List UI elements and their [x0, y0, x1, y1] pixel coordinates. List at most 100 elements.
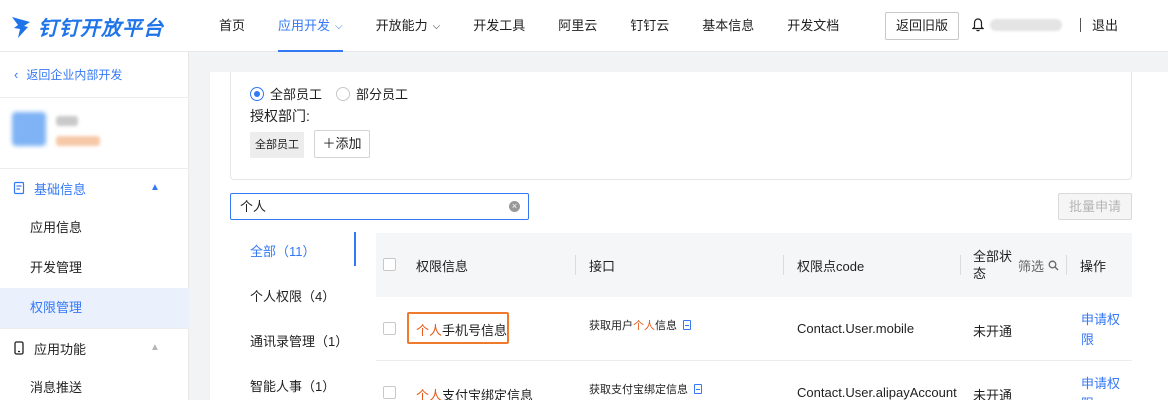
divider — [0, 97, 189, 98]
sidebar-item-message-push[interactable]: 消息推送 — [0, 368, 189, 400]
dingtalk-logo-icon — [12, 16, 30, 38]
nav-label: 基本信息 — [702, 18, 755, 33]
header-action: 操作 — [1080, 258, 1107, 274]
caret-up-icon: ▲ — [150, 182, 160, 193]
row-checkbox[interactable] — [383, 322, 396, 335]
sidebar-item-permission-management[interactable]: 权限管理 — [0, 288, 189, 328]
search-value: 个人 — [240, 199, 267, 214]
user-name-redacted[interactable] — [990, 19, 1062, 31]
return-old-version-button[interactable]: 返回旧版 — [885, 12, 959, 40]
sidebar-section-app-functions[interactable]: 应用功能 ▲ — [0, 328, 189, 368]
row-checkbox[interactable] — [383, 386, 396, 399]
filter-label: 筛选 — [1018, 258, 1045, 274]
status-badge: 未开通 — [973, 324, 1013, 339]
dept-chip[interactable]: 全部员工 — [250, 132, 304, 158]
permission-code: Contact.User.mobile — [797, 321, 915, 336]
brand-logo[interactable]: 钉钉开放平台 — [10, 12, 164, 41]
bell-icon[interactable] — [972, 18, 984, 32]
back-label: 返回企业内部开发 — [26, 68, 123, 82]
api-name: 获取用户个人信息 — [589, 317, 691, 333]
column-divider — [575, 255, 576, 275]
apply-permission-link[interactable]: 申请权 限 — [1081, 374, 1120, 400]
nav-home[interactable]: 首页 — [219, 0, 245, 52]
chevron-left-icon: ‹ — [14, 67, 19, 82]
authorized-dept-label: 授权部门: — [250, 108, 310, 124]
column-divider — [960, 255, 961, 275]
permission-name: 个人支付宝绑定信息 — [416, 385, 533, 400]
radio-all-employees[interactable] — [250, 86, 264, 101]
header-permission-code: 权限点code — [797, 258, 865, 274]
section-label: 基础信息 — [34, 181, 87, 197]
permission-name-rest: 支付宝绑定信息 — [442, 388, 534, 400]
employee-scope-radio-group: 全部员工 部分员工 — [250, 84, 414, 103]
nav-dev-docs[interactable]: 开发文档 — [787, 0, 839, 52]
search-match: 个人 — [633, 320, 655, 332]
column-divider — [1066, 255, 1067, 275]
sidebar-item-dev-management[interactable]: 开发管理 — [0, 248, 189, 288]
batch-apply-button[interactable]: 批量申请 — [1058, 193, 1132, 220]
clear-icon[interactable]: × — [509, 201, 520, 212]
radio-label: 部分员工 — [356, 87, 409, 102]
status-header-label: 全部状 — [973, 249, 1013, 264]
nav-label: 开发文档 — [787, 18, 840, 33]
category-contacts[interactable]: 通讯录管理（1） — [250, 331, 348, 350]
header-permission-info: 权限信息 — [416, 258, 469, 274]
category-personal[interactable]: 个人权限（4） — [250, 286, 335, 305]
plus-icon: ＋ — [322, 136, 336, 151]
apply-permission-link[interactable]: 申请权 限 — [1081, 310, 1120, 350]
api-text: 信息 — [655, 320, 677, 332]
link-text: 申请权 — [1081, 376, 1121, 391]
active-category-indicator — [354, 232, 356, 266]
header-api: 接口 — [589, 258, 616, 274]
nav-basic-info[interactable]: 基本信息 — [702, 0, 754, 52]
nav-label: 阿里云 — [558, 18, 598, 33]
chevron-down-icon: ⌵ — [335, 21, 343, 32]
brand-name: 钉钉开放平台 — [38, 18, 164, 40]
link-text: 限 — [1081, 394, 1120, 400]
nav-aliyun[interactable]: 阿里云 — [558, 0, 597, 52]
search-match: 个人 — [416, 323, 443, 338]
nav-dingtalk-cloud[interactable]: 钉钉云 — [630, 0, 669, 52]
api-name: 获取支付宝绑定信息 — [589, 381, 702, 397]
main-nav: 首页 应用开发 ⌵ 开放能力 ⌵ 开发工具 阿里云 钉钉云 基本信息 开发文档 — [219, 0, 872, 52]
nav-label: 开发工具 — [473, 18, 526, 33]
link-text: 申请权 — [1081, 312, 1121, 327]
sidebar-section-basic-info[interactable]: 基础信息 ▲ — [0, 168, 189, 208]
category-all[interactable]: 全部（11） — [250, 241, 316, 260]
app-name-redacted — [56, 116, 78, 126]
search-icon — [1048, 260, 1059, 270]
table-header: 权限信息 接口 权限点code 全部状 态 筛选 操作 — [376, 233, 1132, 297]
divider — [1080, 18, 1081, 32]
add-label: 添加 — [335, 136, 362, 151]
app-tag-redacted — [56, 136, 100, 146]
filter-button[interactable]: 筛选 — [1018, 233, 1059, 297]
column-divider — [783, 255, 784, 275]
document-link-icon[interactable] — [683, 320, 691, 330]
back-to-internal-dev-link[interactable]: ‹ 返回企业内部开发 — [14, 66, 122, 83]
nav-app-dev[interactable]: 应用开发 ⌵ — [278, 0, 343, 52]
permission-search-input[interactable]: 个人 × — [230, 193, 529, 220]
top-navbar: 钉钉开放平台 首页 应用开发 ⌵ 开放能力 ⌵ 开发工具 阿里云 钉钉云 基本信息 … — [0, 0, 1168, 52]
doc-icon — [13, 181, 25, 195]
search-match: 个人 — [416, 388, 443, 400]
nav-label: 开放能力 — [375, 18, 428, 33]
app-avatar — [12, 112, 46, 146]
phone-icon — [14, 341, 24, 355]
caret-up-icon: ▲ — [150, 342, 160, 353]
nav-label: 应用开发 — [278, 18, 331, 33]
api-text: 获取支付宝绑定信息 — [589, 384, 688, 396]
nav-label: 首页 — [219, 18, 246, 33]
radio-part-employees[interactable] — [336, 86, 351, 101]
section-label: 应用功能 — [34, 341, 87, 357]
add-dept-button[interactable]: ＋添加 — [314, 130, 370, 158]
nav-open-capabilities[interactable]: 开放能力 ⌵ — [376, 0, 441, 52]
header-status[interactable]: 全部状 态 — [973, 233, 1012, 297]
category-smart-hr[interactable]: 智能人事（1） — [250, 376, 335, 395]
permission-code: Contact.User.alipayAccount — [797, 385, 957, 400]
nav-dev-tools[interactable]: 开发工具 — [473, 0, 525, 52]
api-text: 获取用户 — [589, 320, 633, 332]
sidebar-item-app-info[interactable]: 应用信息 — [0, 208, 189, 248]
document-link-icon[interactable] — [694, 384, 702, 394]
select-all-checkbox[interactable] — [383, 258, 396, 271]
logout-link[interactable]: 退出 — [1092, 0, 1118, 52]
